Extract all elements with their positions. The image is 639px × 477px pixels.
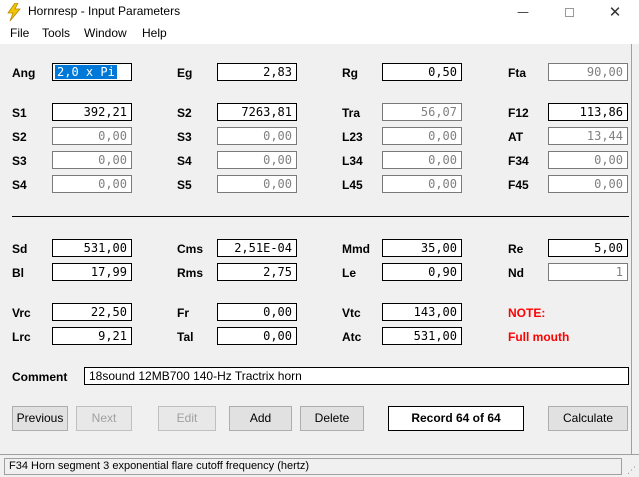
mmd-field[interactable]: 35,00 xyxy=(382,239,462,257)
next-button[interactable]: Next xyxy=(76,406,132,431)
title-bar: Hornresp - Input Parameters — ✕ xyxy=(0,0,639,24)
s2-segment2-label: S2 xyxy=(12,130,27,144)
nd-label: Nd xyxy=(508,266,524,280)
vrc-label: Vrc xyxy=(12,306,31,320)
f45-label: F45 xyxy=(508,178,529,192)
status-text: F34 Horn segment 3 exponential flare cut… xyxy=(4,458,622,475)
note-text: Full mouth xyxy=(508,330,570,344)
s3-field[interactable]: 0,00 xyxy=(217,127,297,145)
tal-label: Tal xyxy=(177,330,194,344)
s3-segment3-label: S3 xyxy=(12,154,27,168)
s2-label: S2 xyxy=(177,106,192,120)
record-indicator: Record 64 of 64 xyxy=(388,406,524,431)
l45-label: L45 xyxy=(342,178,363,192)
edit-button[interactable]: Edit xyxy=(158,406,216,431)
minimize-button[interactable]: — xyxy=(500,0,546,24)
maximize-icon xyxy=(564,8,574,17)
rms-field[interactable]: 2,75 xyxy=(217,263,297,281)
comment-field[interactable]: 18sound 12MB700 140-Hz Tractrix horn xyxy=(84,367,629,385)
s4-segment4-label: S4 xyxy=(12,178,27,192)
s1-label: S1 xyxy=(12,106,27,120)
sd-field[interactable]: 531,00 xyxy=(52,239,132,257)
nd-field[interactable]: 1 xyxy=(548,263,628,281)
maximize-button[interactable] xyxy=(546,0,592,24)
cms-label: Cms xyxy=(177,242,204,256)
f12-label: F12 xyxy=(508,106,529,120)
atc-label: Atc xyxy=(342,330,362,344)
s3-label: S3 xyxy=(177,130,192,144)
bl-field[interactable]: 17,99 xyxy=(52,263,132,281)
sd-label: Sd xyxy=(12,242,28,256)
f45-field[interactable]: 0,00 xyxy=(548,175,628,193)
window-title: Hornresp - Input Parameters xyxy=(28,4,181,18)
add-button[interactable]: Add xyxy=(229,406,292,431)
le-label: Le xyxy=(342,266,357,280)
calculate-button[interactable]: Calculate xyxy=(548,406,628,431)
eg-label: Eg xyxy=(177,66,193,80)
f34-label: F34 xyxy=(508,154,529,168)
fta-field[interactable]: 90,00 xyxy=(548,63,628,81)
l34-field[interactable]: 0,00 xyxy=(382,151,462,169)
bl-label: Bl xyxy=(12,266,24,280)
menu-window[interactable]: Window xyxy=(84,26,127,40)
delete-button[interactable]: Delete xyxy=(300,406,364,431)
rg-field[interactable]: 0,50 xyxy=(382,63,462,81)
l34-label: L34 xyxy=(342,154,363,168)
s2-segment2-field[interactable]: 0,00 xyxy=(52,127,132,145)
rg-label: Rg xyxy=(342,66,358,80)
s3-segment3-field[interactable]: 0,00 xyxy=(52,151,132,169)
f34-field[interactable]: 0,00 xyxy=(548,151,628,169)
status-bar: F34 Horn segment 3 exponential flare cut… xyxy=(0,454,639,477)
s4-label: S4 xyxy=(177,154,192,168)
eg-field[interactable]: 2,83 xyxy=(217,63,297,81)
menu-bar: File Tools Window Help xyxy=(0,24,639,43)
s5-label: S5 xyxy=(177,178,192,192)
vrc-field[interactable]: 22,50 xyxy=(52,303,132,321)
ang-field[interactable]: 2,0 x Pi xyxy=(52,63,132,81)
lrc-field[interactable]: 9,21 xyxy=(52,327,132,345)
ang-label: Ang xyxy=(12,66,36,80)
s2-field[interactable]: 7263,81 xyxy=(217,103,297,121)
ang-value: 2,0 x Pi xyxy=(55,65,117,79)
menu-help[interactable]: Help xyxy=(142,26,167,40)
l23-field[interactable]: 0,00 xyxy=(382,127,462,145)
close-button[interactable]: ✕ xyxy=(592,0,638,24)
tra-field[interactable]: 56,07 xyxy=(382,103,462,121)
f12-field[interactable]: 113,86 xyxy=(548,103,628,121)
note-title: NOTE: xyxy=(508,306,546,320)
atc-field[interactable]: 531,00 xyxy=(382,327,462,345)
rms-label: Rms xyxy=(177,266,204,280)
tra-label: Tra xyxy=(342,106,361,120)
mmd-label: Mmd xyxy=(342,242,370,256)
fta-label: Fta xyxy=(508,66,526,80)
section-divider xyxy=(12,216,629,217)
comment-label: Comment xyxy=(12,370,68,384)
vtc-field[interactable]: 143,00 xyxy=(382,303,462,321)
le-field[interactable]: 0,90 xyxy=(382,263,462,281)
fr-field[interactable]: 0,00 xyxy=(217,303,297,321)
vtc-label: Vtc xyxy=(342,306,361,320)
s4-segment4-field[interactable]: 0,00 xyxy=(52,175,132,193)
fr-label: Fr xyxy=(177,306,189,320)
hornresp-lightning-icon xyxy=(7,3,21,21)
s4-field[interactable]: 0,00 xyxy=(217,151,297,169)
menu-tools[interactable]: Tools xyxy=(42,26,70,40)
l23-label: L23 xyxy=(342,130,363,144)
re-field[interactable]: 5,00 xyxy=(548,239,628,257)
re-label: Re xyxy=(508,242,524,256)
s5-field[interactable]: 0,00 xyxy=(217,175,297,193)
at-label: AT xyxy=(508,130,524,144)
previous-button[interactable]: Previous xyxy=(12,406,68,431)
menu-file[interactable]: File xyxy=(10,26,29,40)
s1-field[interactable]: 392,21 xyxy=(52,103,132,121)
cms-field[interactable]: 2,51E-04 xyxy=(217,239,297,257)
at-field[interactable]: 13,44 xyxy=(548,127,628,145)
lrc-label: Lrc xyxy=(12,330,31,344)
l45-field[interactable]: 0,00 xyxy=(382,175,462,193)
tal-field[interactable]: 0,00 xyxy=(217,327,297,345)
resize-grip-icon[interactable]: ⋰ xyxy=(627,465,637,475)
